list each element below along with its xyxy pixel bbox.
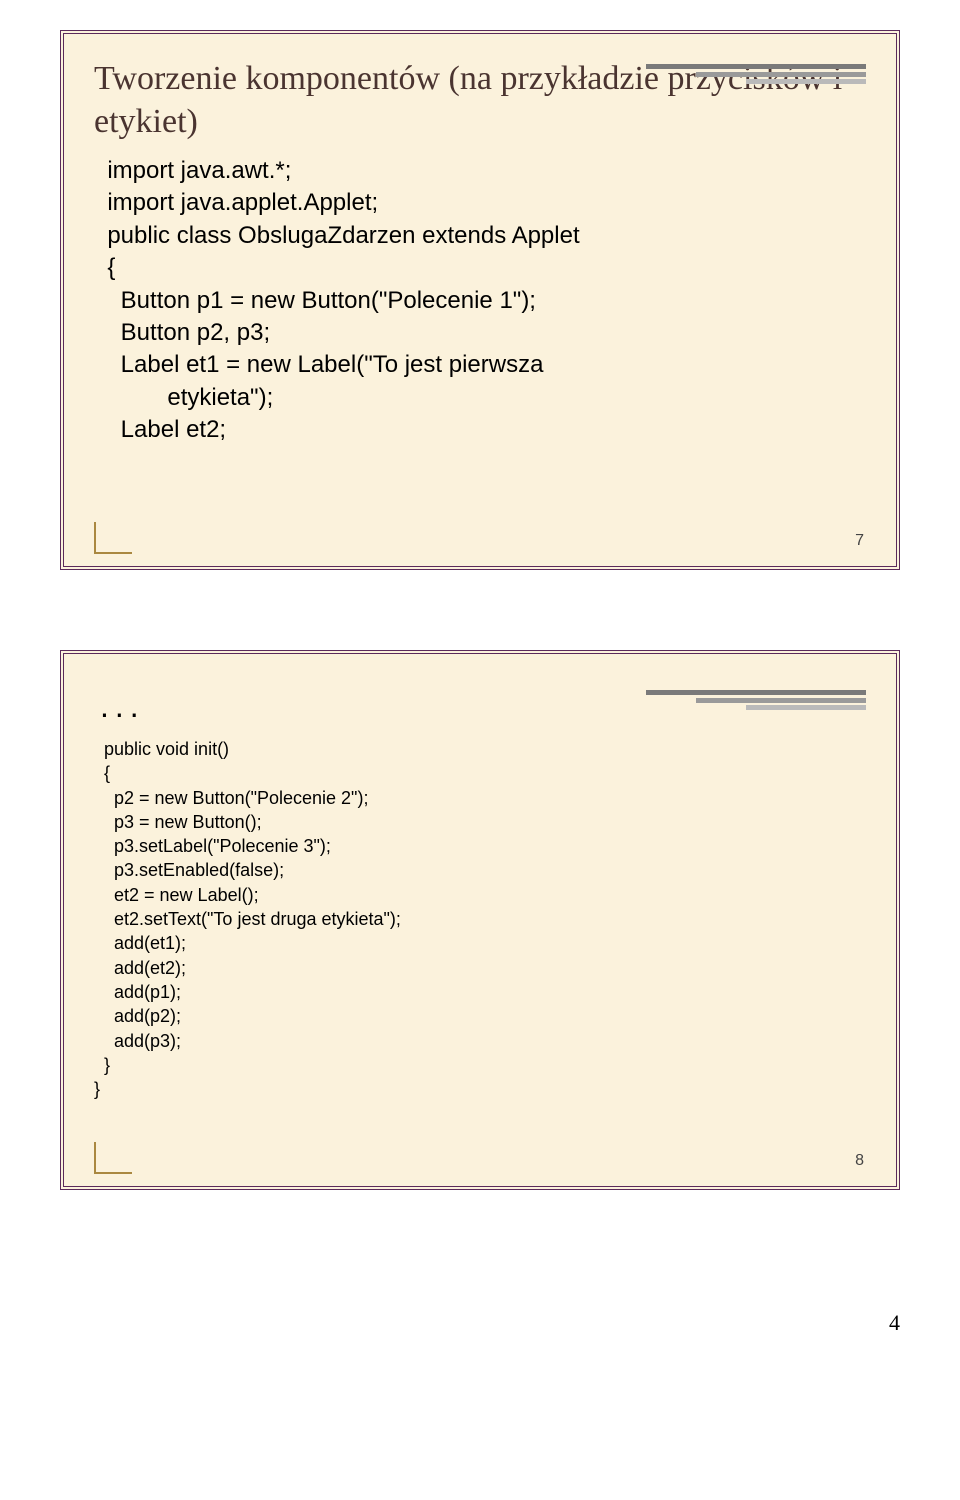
accent-lines-icon <box>646 64 866 88</box>
corner-decoration-icon <box>94 522 96 554</box>
slide-7: Tworzenie komponentów (na przykładzie pr… <box>60 30 900 570</box>
accent-lines-icon <box>646 690 866 714</box>
page-wrap: Tworzenie komponentów (na przykładzie pr… <box>0 0 960 1310</box>
code-block: public void init() { p2 = new Button("Po… <box>94 737 866 1101</box>
corner-decoration-line-icon <box>94 1172 132 1174</box>
corner-decoration-icon <box>94 1142 96 1174</box>
page-number: 4 <box>0 1310 960 1366</box>
slide-number: 8 <box>855 1152 864 1170</box>
slide-number: 7 <box>855 532 864 550</box>
corner-decoration-line-icon <box>94 552 132 554</box>
slide-8: ... public void init() { p2 = new Button… <box>60 650 900 1190</box>
code-block: import java.awt.*; import java.applet.Ap… <box>94 155 866 447</box>
